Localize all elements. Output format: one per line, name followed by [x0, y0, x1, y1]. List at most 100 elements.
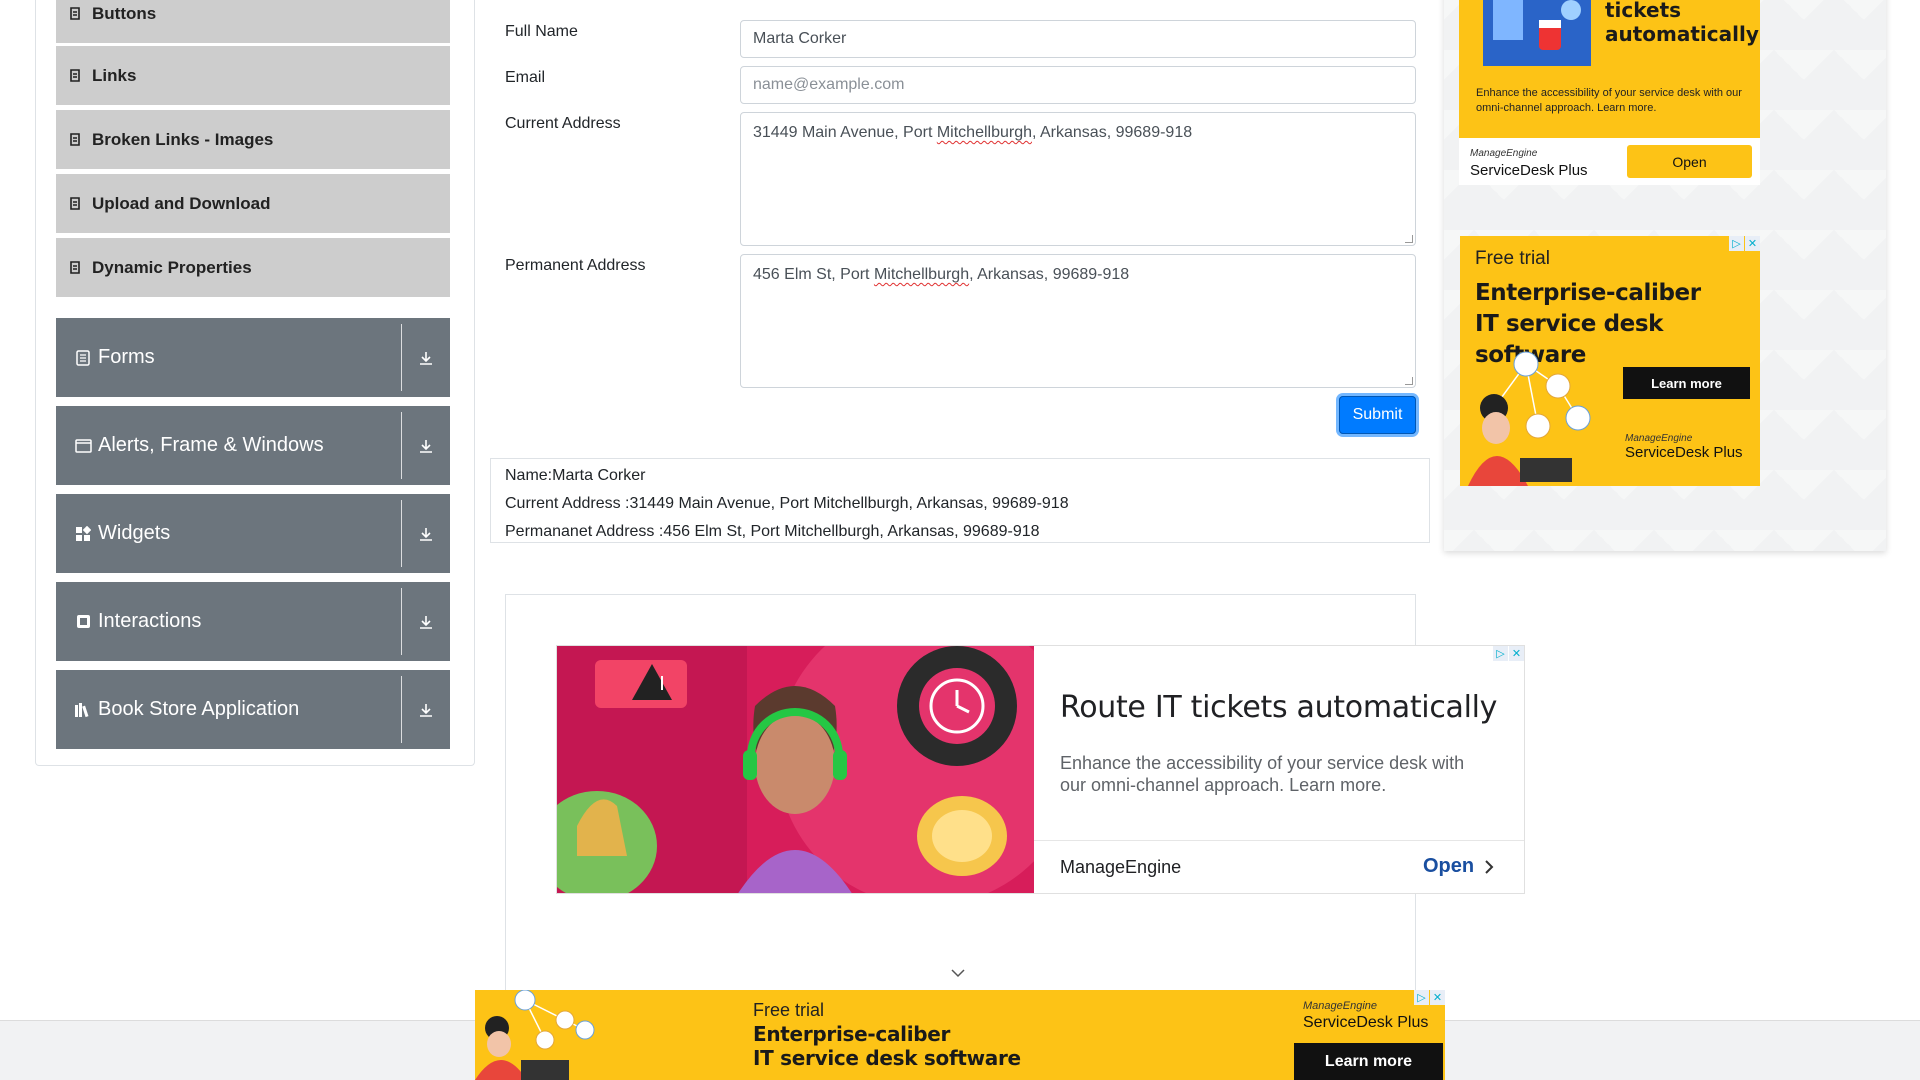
permanent-address-text: 456 Elm St, Port — [753, 266, 874, 283]
resize-handle[interactable] — [1405, 377, 1413, 385]
full-name-label: Full Name — [505, 23, 578, 40]
group-label: Alerts, Frame & Windows — [98, 434, 324, 456]
output-panel: Name:Marta Corker Current Address :31449… — [490, 458, 1430, 543]
submit-button[interactable]: Submit — [1339, 396, 1416, 434]
sidebar-item-label: Links — [92, 65, 137, 85]
close-icon[interactable]: ✕ — [1745, 236, 1760, 251]
group-label: Widgets — [98, 522, 171, 544]
window-icon — [73, 438, 93, 453]
sidebar-item-label: Upload and Download — [92, 193, 271, 213]
permanent-address-textarea[interactable]: 456 Elm St, Port Mitchellburgh, Arkansas… — [740, 254, 1416, 388]
download-arrow-icon[interactable] — [402, 614, 450, 630]
close-icon[interactable]: ✕ — [1430, 990, 1445, 1005]
ad-open-label: Open — [1423, 855, 1475, 877]
email-label: Email — [505, 69, 546, 86]
group-alerts-frame-windows[interactable]: Alerts, Frame & Windows — [56, 406, 450, 485]
adchoices-icon: ▷ — [1493, 646, 1508, 661]
ad-title-line: tickets — [1605, 0, 1682, 22]
group-interactions[interactable]: Interactions — [56, 582, 450, 661]
current-address-text: 31449 Main Avenue, Port — [753, 124, 937, 141]
ad-description: Enhance the accessibility of your servic… — [1060, 753, 1465, 795]
books-icon — [73, 702, 93, 718]
group-label: Forms — [98, 346, 155, 368]
download-arrow-icon[interactable] — [402, 350, 450, 366]
download-arrow-icon[interactable] — [402, 702, 450, 718]
product-name: ServiceDesk Plus — [1625, 444, 1743, 461]
chevron-down-icon[interactable] — [950, 968, 966, 978]
output-current-address: Current Address :31449 Main Avenue, Port… — [505, 495, 1069, 512]
divider — [401, 412, 402, 479]
sidebar-item-broken-links[interactable]: Broken Links - Images — [56, 110, 450, 171]
learn-more-button[interactable]: Learn more — [1294, 1043, 1443, 1080]
adchoices-badge[interactable]: ▷ ✕ — [1493, 646, 1524, 661]
current-address-text-end: , Arkansas, 99689-918 — [1032, 124, 1193, 141]
ad-headline: Enterprise-caliber IT service desk softw… — [753, 1022, 1021, 1070]
adchoices-badge[interactable]: ▷ ✕ — [1729, 236, 1760, 251]
sidebar-item-upload-download[interactable]: Upload and Download — [56, 174, 450, 235]
close-icon[interactable]: ✕ — [1509, 646, 1524, 661]
interactions-icon — [73, 614, 93, 629]
form-icon — [73, 349, 93, 366]
email-placeholder: name@example.com — [753, 76, 905, 93]
group-book-store[interactable]: Book Store Application — [56, 670, 450, 749]
product-name: ServiceDesk Plus — [1470, 162, 1588, 179]
ad-illustration — [1483, 0, 1591, 66]
divider — [401, 588, 402, 655]
divider — [401, 324, 402, 391]
file-icon — [70, 197, 86, 210]
free-trial-text: Free trial — [753, 1000, 825, 1020]
manageengine-logo: ManageEngine — [1625, 433, 1693, 444]
manageengine-logo: ManageEngine — [1303, 1000, 1378, 1012]
group-widgets[interactable]: Widgets — [56, 494, 450, 573]
sidebar-item-dynamic-properties[interactable]: Dynamic Properties — [56, 238, 450, 299]
ad-illustration — [475, 990, 595, 1080]
ad-body: Enhance the accessibility of your servic… — [1476, 87, 1742, 114]
widgets-icon — [73, 525, 93, 542]
full-name-value: Marta Corker — [753, 30, 847, 47]
learn-more-button[interactable]: Learn more — [1623, 367, 1750, 399]
full-name-input[interactable]: Marta Corker — [740, 20, 1416, 58]
ad-open-link[interactable]: Open — [1423, 855, 1494, 878]
sidebar-item-label: Dynamic Properties — [92, 257, 252, 277]
ad-illustration — [1468, 351, 1591, 486]
permanent-address-text-end: , Arkansas, 99689-918 — [969, 266, 1130, 283]
sidebar-item-links[interactable]: Links — [56, 46, 450, 107]
file-icon — [70, 7, 86, 20]
download-arrow-icon[interactable] — [402, 526, 450, 542]
ad-headline-line: Enterprise-caliber — [753, 1022, 951, 1046]
download-arrow-icon[interactable] — [402, 438, 450, 454]
email-input[interactable]: name@example.com — [740, 66, 1416, 104]
chevron-right-icon — [1485, 859, 1494, 874]
spellcheck-word: Mitchellburgh — [873, 266, 970, 283]
current-address-textarea[interactable]: 31449 Main Avenue, Port Mitchellburgh, A… — [740, 112, 1416, 246]
adchoices-icon: ▷ — [1729, 236, 1744, 251]
manageengine-logo: ManageEngine — [1470, 148, 1538, 159]
page: Buttons Links Broken Links - Images Uplo… — [0, 0, 1920, 1080]
current-address-label: Current Address — [505, 115, 621, 132]
right-top-ad[interactable]: tickets automatically Enhance the access… — [1459, 0, 1760, 185]
divider — [1034, 840, 1524, 841]
file-icon — [70, 69, 86, 82]
divider — [401, 676, 402, 743]
output-name: Name:Marta Corker — [505, 467, 646, 484]
group-label: Interactions — [98, 610, 202, 632]
ad-footer: ManageEngine ServiceDesk Plus Open — [1459, 138, 1760, 185]
file-icon — [70, 133, 86, 146]
divider — [401, 500, 402, 567]
file-icon — [70, 261, 86, 274]
ad-title: tickets automatically — [1605, 0, 1759, 46]
sidebar-item-label: Broken Links - Images — [92, 129, 274, 149]
output-permanent-address: Permananet Address :456 Elm St, Port Mit… — [505, 523, 1040, 540]
adchoices-icon: ▷ — [1414, 990, 1429, 1005]
center-ad[interactable]: Route IT tickets automatically Enhance t… — [556, 645, 1525, 894]
ad-open-button[interactable]: Open — [1627, 145, 1752, 178]
ad-headline: Route IT tickets automatically — [1060, 690, 1498, 725]
ad-title-line: automatically — [1605, 22, 1759, 46]
group-forms[interactable]: Forms — [56, 318, 450, 397]
resize-handle[interactable] — [1405, 235, 1413, 243]
ad-headline-line: IT service desk software — [753, 1046, 1021, 1070]
bottom-banner-ad[interactable]: Free trial Enterprise-caliber IT service… — [475, 990, 1445, 1080]
adchoices-badge[interactable]: ▷ ✕ — [1414, 990, 1445, 1005]
right-bottom-ad[interactable]: Free trial Enterprise-caliber IT service… — [1460, 236, 1760, 486]
sidebar-item-buttons[interactable]: Buttons — [56, 0, 450, 45]
